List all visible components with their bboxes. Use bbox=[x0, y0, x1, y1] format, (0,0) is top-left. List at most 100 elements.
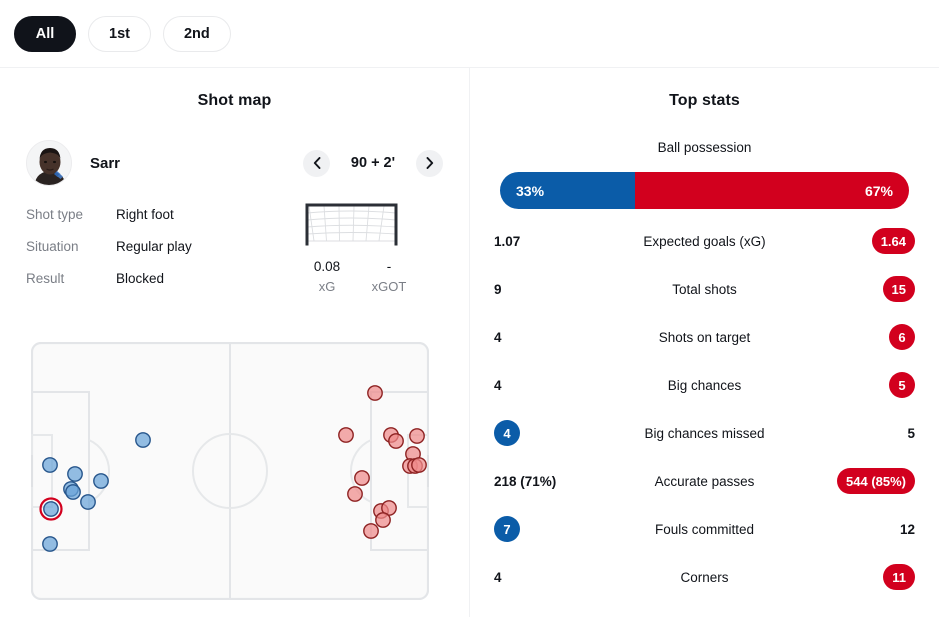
pitch-svg bbox=[31, 342, 429, 600]
stat-row: 9 Total shots 15 bbox=[470, 265, 939, 313]
stat-row: 4 Big chances missed 5 bbox=[470, 409, 939, 457]
tab-1st-label: 1st bbox=[109, 25, 130, 42]
stat-label: Corners bbox=[680, 569, 729, 585]
stat-left-value: 4 bbox=[494, 420, 520, 446]
panels-container: Shot map Sarr 90 + 2' Shot type Right fo… bbox=[0, 68, 939, 617]
shot-dot-home[interactable] bbox=[42, 457, 58, 473]
shot-dot-home[interactable] bbox=[93, 473, 109, 489]
xg-value: 0.08 bbox=[313, 259, 341, 274]
shot-dot-away[interactable] bbox=[375, 512, 391, 528]
stat-right-value-cell: 1.64 bbox=[803, 228, 915, 254]
ball-possession-label: Ball possession bbox=[657, 140, 752, 155]
shot-dot-away[interactable] bbox=[338, 427, 354, 443]
shot-dot-home[interactable] bbox=[42, 536, 58, 552]
shot-dot-away[interactable] bbox=[354, 470, 370, 486]
stat-left-value-cell: 4 bbox=[494, 570, 606, 585]
stat-right-value: 12 bbox=[899, 521, 915, 537]
stat-left-value: 1.07 bbox=[494, 233, 521, 249]
shot-dot-away[interactable] bbox=[367, 385, 383, 401]
stat-left-value: 4 bbox=[494, 329, 502, 345]
prev-shot-button[interactable] bbox=[303, 149, 330, 177]
stat-left-value-cell: 218 (71%) bbox=[494, 474, 606, 489]
top-stats-title: Top stats bbox=[669, 92, 740, 109]
shot-dot-home[interactable] bbox=[65, 484, 81, 500]
stat-right-value-cell: 6 bbox=[803, 324, 915, 350]
tab-2nd-label: 2nd bbox=[183, 25, 210, 42]
xgot-value: - bbox=[386, 259, 392, 274]
goal-frame bbox=[304, 200, 399, 250]
detail-value-result: Blocked bbox=[116, 270, 165, 286]
minute-navigator: 90 + 2' bbox=[303, 149, 443, 177]
shot-map-title: Shot map bbox=[197, 92, 272, 109]
detail-value-shot-type: Right foot bbox=[116, 206, 174, 222]
shot-dot-away[interactable] bbox=[388, 433, 404, 449]
stat-label: Shots on target bbox=[658, 329, 751, 345]
stat-right-value: 1.64 bbox=[871, 228, 915, 254]
player-photo-avatar bbox=[26, 140, 72, 186]
tab-1st[interactable]: 1st bbox=[88, 15, 151, 52]
stat-left-value: 9 bbox=[494, 281, 502, 297]
player-photo bbox=[27, 141, 71, 185]
stat-left-value: 4 bbox=[494, 377, 502, 393]
shot-dot-home[interactable] bbox=[80, 494, 96, 510]
detail-row-shot-type: Shot type Right foot bbox=[26, 198, 296, 230]
stat-right-value-cell: 15 bbox=[803, 276, 915, 302]
detail-row-situation: Situation Regular play bbox=[26, 230, 296, 262]
stat-label: Big chances missed bbox=[644, 425, 765, 441]
top-stats-panel: Top stats Ball possession 33% 67% 1.07 Ex… bbox=[469, 68, 939, 617]
stats-list: 1.07 Expected goals (xG) 1.64 9 Total shots 1… bbox=[470, 217, 939, 601]
shot-minute-label: 90 + 2' bbox=[350, 155, 396, 171]
detail-key-shot-type: Shot type bbox=[26, 206, 84, 222]
stat-row: 7 Fouls committed 12 bbox=[470, 505, 939, 553]
detail-value-situation: Regular play bbox=[116, 238, 192, 254]
stat-label: Total shots bbox=[672, 281, 737, 297]
stat-row: 1.07 Expected goals (xG) 1.64 bbox=[470, 217, 939, 265]
stat-label: Big chances bbox=[667, 377, 742, 393]
stat-label: Expected goals (xG) bbox=[643, 233, 766, 249]
stat-right-value-cell: 11 bbox=[803, 564, 915, 590]
stat-row: 218 (71%) Accurate passes 544 (85%) bbox=[470, 457, 939, 505]
pitch-shot-map[interactable] bbox=[31, 342, 429, 600]
shot-map-panel: Shot map Sarr 90 + 2' Shot type Right fo… bbox=[0, 68, 469, 617]
shot-dot-home[interactable] bbox=[67, 466, 83, 482]
possession-away-segment: 67% bbox=[634, 172, 909, 209]
tab-all-label: All bbox=[35, 25, 55, 42]
stat-row: 4 Big chances 5 bbox=[470, 361, 939, 409]
stat-left-value-cell: 7 bbox=[494, 516, 606, 542]
stat-right-value-cell: 5 bbox=[803, 426, 915, 441]
goal-net-icon bbox=[305, 203, 398, 246]
stat-right-value: 544 (85%) bbox=[837, 468, 915, 494]
stat-row: 4 Corners 11 bbox=[470, 553, 939, 601]
xgot-label: xGOT bbox=[371, 279, 407, 294]
stat-left-value: 4 bbox=[494, 569, 502, 585]
player-name: Sarr bbox=[90, 154, 121, 172]
player-row: Sarr 90 + 2' bbox=[0, 133, 469, 193]
stat-right-value-cell: 544 (85%) bbox=[803, 468, 915, 494]
shot-dot-away[interactable] bbox=[347, 486, 363, 502]
shot-details-table: Shot type Right foot Situation Regular p… bbox=[26, 198, 296, 294]
xgot-cell: - xGOT bbox=[358, 259, 420, 294]
stat-right-value-cell: 12 bbox=[803, 522, 915, 537]
shot-dot-away[interactable] bbox=[409, 428, 425, 444]
next-shot-button[interactable] bbox=[416, 149, 443, 177]
stat-right-value: 11 bbox=[883, 564, 915, 590]
stat-label: Fouls committed bbox=[654, 521, 755, 537]
ball-possession-bar: 33% 67% bbox=[500, 172, 909, 209]
stat-right-value: 5 bbox=[907, 425, 915, 441]
stat-left-value-cell: 1.07 bbox=[494, 234, 606, 249]
stat-left-value-cell: 4 bbox=[494, 378, 606, 393]
detail-key-result: Result bbox=[26, 270, 65, 286]
detail-row-result: Result Blocked bbox=[26, 262, 296, 294]
shot-dot-away[interactable] bbox=[363, 523, 379, 539]
tab-2nd[interactable]: 2nd bbox=[162, 15, 231, 52]
stat-right-value: 15 bbox=[882, 276, 915, 302]
stat-left-value: 7 bbox=[494, 516, 520, 542]
shot-dot-home[interactable] bbox=[135, 432, 151, 448]
chevron-left-icon bbox=[313, 157, 320, 169]
goal-mouth-box: 0.08 xG - xGOT bbox=[296, 200, 446, 294]
tab-all[interactable]: All bbox=[14, 15, 76, 52]
shot-dot-selected[interactable] bbox=[39, 497, 63, 521]
shot-dot-away[interactable] bbox=[411, 457, 427, 473]
possession-home-segment: 33% bbox=[500, 172, 635, 209]
period-tabbar: All 1st 2nd bbox=[0, 0, 939, 68]
